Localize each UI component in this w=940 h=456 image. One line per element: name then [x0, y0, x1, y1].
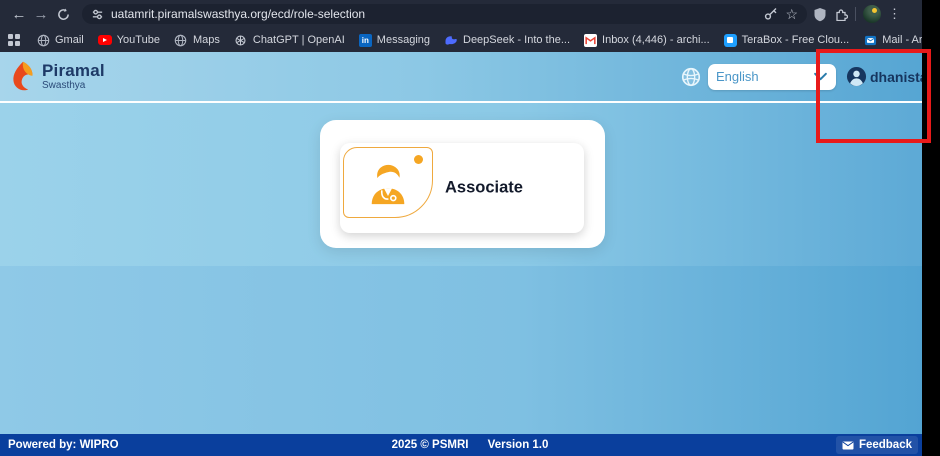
profile-avatar[interactable] [863, 5, 881, 23]
language-select[interactable]: English [708, 64, 836, 90]
bookmark-label: Inbox (4,446) - archi... [602, 34, 710, 46]
brand-subtitle: Swasthya [42, 81, 105, 91]
chevron-down-icon [813, 72, 828, 81]
role-card-container: Associate [320, 120, 605, 248]
bookmark-item-inbox[interactable]: Inbox (4,446) - archi... [584, 34, 710, 47]
site-info-tune-icon[interactable] [91, 8, 104, 21]
screen: ← → uatamrit.piramalswasthya.org/ecd/rol… [0, 0, 940, 456]
envelope-icon [842, 441, 854, 450]
brand-logo: Piramal Swasthya [10, 60, 105, 93]
bookmark-label: Messaging [377, 34, 430, 46]
url-text: uatamrit.piramalswasthya.org/ecd/role-se… [111, 7, 757, 21]
copyright-text: 2025 © PSMRI [392, 439, 469, 451]
terabox-icon [724, 34, 737, 47]
version-text: Version 1.0 [488, 439, 549, 451]
bookmark-star-icon[interactable]: ☆ [785, 7, 798, 21]
outlook-icon [863, 33, 877, 47]
bookmark-label: YouTube [117, 34, 160, 46]
toolbar-right: ⋮ [813, 5, 901, 23]
bookmarks-bar: Gmail YouTube Maps ChatGPT | OpenAI in M… [0, 28, 940, 52]
footer: Powered by: WIPRO 2025 © PSMRI Version 1… [0, 434, 940, 456]
reload-icon [57, 8, 70, 21]
bookmark-item-youtube[interactable]: YouTube [98, 34, 160, 46]
brand-name: Piramal [42, 62, 105, 79]
bookmark-label: DeepSeek - Into the... [463, 34, 570, 46]
role-icon-tile [343, 147, 433, 218]
globe-icon [174, 33, 188, 47]
role-card-associate[interactable]: Associate [340, 143, 584, 233]
feedback-label: Feedback [859, 439, 912, 451]
header-right: English dhanistabor [680, 52, 940, 101]
bookmark-label: TeraBox - Free Clou... [742, 34, 850, 46]
role-label: Associate [445, 179, 523, 198]
bookmark-label: Maps [193, 34, 220, 46]
apps-grid-icon[interactable] [8, 34, 20, 46]
gmail-m-icon [584, 34, 597, 47]
deepseek-whale-icon [444, 33, 458, 47]
forward-button[interactable]: → [30, 3, 52, 25]
bookmark-item-chatgpt[interactable]: ChatGPT | OpenAI [234, 33, 345, 47]
piramal-flame-icon [10, 60, 36, 93]
toolbar-divider [855, 7, 856, 21]
extensions-puzzle-icon[interactable] [834, 7, 848, 21]
globe-language-icon [680, 66, 702, 88]
user-avatar-icon [846, 66, 867, 87]
reload-button[interactable] [52, 3, 74, 25]
back-button[interactable]: ← [8, 3, 30, 25]
bookmark-label: Gmail [55, 34, 84, 46]
url-bar[interactable]: uatamrit.piramalswasthya.org/ecd/role-se… [82, 4, 807, 24]
main-area: Associate [0, 103, 940, 434]
bookmark-item-terabox[interactable]: TeraBox - Free Clou... [724, 34, 850, 47]
app-header: Piramal Swasthya English [0, 52, 940, 103]
passwords-key-icon[interactable] [764, 7, 778, 21]
browser-menu-button[interactable]: ⋮ [888, 6, 901, 22]
bookmark-label: ChatGPT | OpenAI [253, 34, 345, 46]
screenshot-black-strip [922, 0, 940, 456]
feedback-button[interactable]: Feedback [836, 436, 918, 454]
youtube-icon [98, 35, 112, 45]
shield-extension-icon[interactable] [813, 7, 827, 22]
doctor-icon [365, 161, 411, 205]
notification-dot [414, 155, 423, 164]
openai-icon [234, 33, 248, 47]
globe-icon [36, 33, 50, 47]
footer-center: 2025 © PSMRI Version 1.0 [0, 439, 940, 451]
bookmark-item-maps[interactable]: Maps [174, 33, 220, 47]
bookmark-item-messaging[interactable]: in Messaging [359, 34, 430, 47]
bookmark-item-gmail[interactable]: Gmail [36, 33, 84, 47]
bookmark-item-deepseek[interactable]: DeepSeek - Into the... [444, 33, 570, 47]
browser-toolbar: ← → uatamrit.piramalswasthya.org/ecd/rol… [0, 0, 940, 28]
background-lower [0, 266, 940, 434]
language-value: English [716, 69, 759, 84]
linkedin-icon: in [359, 34, 372, 47]
